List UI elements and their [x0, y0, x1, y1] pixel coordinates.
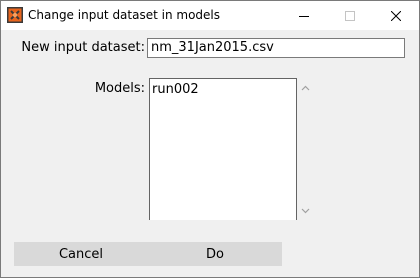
dialog-content: New input dataset: nm_31Jan2015.csv Mode…	[1, 30, 419, 277]
close-icon	[391, 10, 401, 21]
scroll-down-icon[interactable]	[300, 205, 311, 216]
dialog-window: Change input dataset in models New input…	[0, 0, 420, 278]
models-scrollbar[interactable]	[297, 78, 314, 220]
models-listbox[interactable]: run002	[149, 78, 297, 220]
maximize-icon	[345, 10, 355, 21]
dataset-label: New input dataset:	[21, 40, 145, 55]
models-label: Models:	[94, 81, 145, 96]
cancel-button[interactable]: Cancel	[14, 242, 148, 266]
title-bar[interactable]: Change input dataset in models	[1, 1, 419, 30]
list-item[interactable]: run002	[152, 81, 294, 98]
do-button[interactable]: Do	[148, 242, 282, 266]
dataset-input[interactable]: nm_31Jan2015.csv	[147, 38, 405, 58]
app-icon	[7, 7, 23, 23]
scroll-up-icon[interactable]	[300, 83, 311, 94]
window-title: Change input dataset in models	[28, 8, 220, 22]
close-button[interactable]	[373, 1, 419, 30]
maximize-button	[327, 1, 373, 30]
minimize-icon	[299, 15, 309, 17]
minimize-button[interactable]	[281, 1, 327, 30]
